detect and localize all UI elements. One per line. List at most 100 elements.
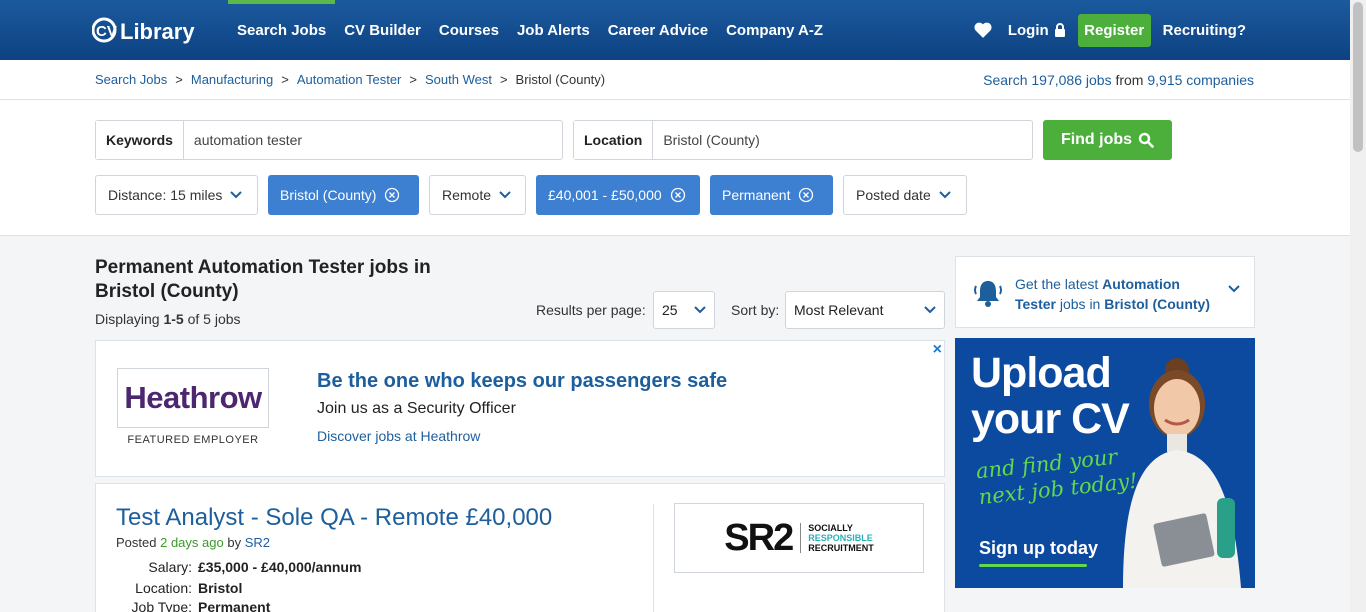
results-count: Displaying 1-5 of 5 jobs bbox=[95, 311, 241, 327]
login-link[interactable]: Login bbox=[1008, 22, 1066, 39]
find-jobs-button[interactable]: Find jobs bbox=[1043, 120, 1172, 160]
location-value: Bristol bbox=[198, 580, 243, 596]
find-jobs-label: Find jobs bbox=[1060, 131, 1133, 148]
keywords-input[interactable]: automation tester bbox=[184, 121, 312, 159]
scrollbar-thumb[interactable] bbox=[1353, 2, 1363, 152]
job-type-filter-chip[interactable]: Permanent bbox=[710, 175, 833, 215]
login-label: Login bbox=[1007, 21, 1049, 39]
breadcrumb-separator: > bbox=[281, 72, 289, 87]
breadcrumb: Search Jobs > Manufacturing > Automation… bbox=[95, 72, 605, 87]
alert-mid: jobs in bbox=[1059, 296, 1101, 312]
job-alert-text: Get the latest Automation Tester jobs in… bbox=[1015, 274, 1220, 314]
location-chip-label: Bristol (County) bbox=[280, 187, 377, 203]
job-type-value: Permanent bbox=[198, 599, 271, 612]
stats-jobs-count[interactable]: 197,086 jobs bbox=[1031, 72, 1111, 88]
featured-link[interactable]: Discover jobs at Heathrow bbox=[317, 428, 480, 444]
keywords-field[interactable]: Keywords automation tester bbox=[95, 120, 563, 160]
sort-by-select[interactable]: Most Relevant bbox=[785, 291, 945, 329]
register-button[interactable]: Register bbox=[1077, 13, 1151, 47]
posted-prefix: Posted bbox=[116, 535, 157, 550]
nav-cv-builder[interactable]: CV Builder bbox=[335, 0, 430, 60]
results-range: 1-5 bbox=[163, 311, 184, 327]
main-nav: Search Jobs CV Builder Courses Job Alert… bbox=[228, 0, 832, 60]
job-card: Test Analyst - Sole QA - Remote £40,000 … bbox=[95, 483, 945, 612]
ad-line1: Upload bbox=[971, 349, 1112, 397]
salary-label: Salary: bbox=[148, 559, 192, 575]
company-logo[interactable]: SR2 SOCIALLY RESPONSIBLE RECRUITMENT bbox=[674, 503, 924, 573]
nav-company-a-z[interactable]: Company A-Z bbox=[717, 0, 832, 60]
location-label: Location bbox=[574, 121, 654, 159]
results-per-page-select[interactable]: 25 bbox=[653, 291, 715, 329]
stats-mid: from bbox=[1115, 72, 1144, 88]
remote-filter-label: Remote bbox=[442, 187, 492, 203]
alert-prefix: Get the latest bbox=[1015, 276, 1099, 292]
remote-filter[interactable]: Remote bbox=[429, 175, 526, 215]
ad-headline: Upload your CV bbox=[971, 349, 1130, 442]
chevron-down-icon bbox=[924, 306, 936, 314]
stats-prefix[interactable]: Search bbox=[983, 72, 1027, 88]
location-field[interactable]: Location Bristol (County) bbox=[573, 120, 1033, 160]
chevron-down-icon bbox=[694, 306, 706, 314]
salary-chip-label: £40,001 - £50,000 bbox=[548, 187, 662, 203]
breadcrumb-search-jobs[interactable]: Search Jobs bbox=[95, 72, 167, 87]
results-per-page-label: Results per page: bbox=[536, 302, 646, 318]
remove-filter-icon[interactable] bbox=[670, 187, 686, 203]
recruiting-link[interactable]: Recruiting? bbox=[1163, 22, 1246, 39]
remove-filter-icon[interactable] bbox=[798, 187, 814, 203]
nav-job-alerts[interactable]: Job Alerts bbox=[508, 0, 599, 60]
breadcrumb-automation-tester[interactable]: Automation Tester bbox=[297, 72, 402, 87]
bell-icon bbox=[974, 281, 1002, 307]
nav-search-jobs[interactable]: Search Jobs bbox=[228, 0, 336, 60]
remove-filter-icon[interactable] bbox=[384, 187, 400, 203]
chevron-down-icon bbox=[230, 191, 243, 199]
salary-value: £35,000 - £40,000/annum bbox=[198, 559, 362, 575]
job-alert-box[interactable]: Get the latest Automation Tester jobs in… bbox=[955, 256, 1255, 328]
ad-signup-link[interactable]: Sign up today bbox=[979, 538, 1098, 559]
heathrow-logo[interactable]: Heathrow bbox=[117, 368, 269, 428]
svg-text:CV: CV bbox=[96, 23, 117, 40]
featured-employer-card: Heathrow FEATURED EMPLOYER Be the one wh… bbox=[95, 340, 945, 477]
breadcrumb-separator: > bbox=[499, 72, 508, 87]
nav-courses[interactable]: Courses bbox=[430, 0, 508, 60]
stats-companies-count[interactable]: 9,915 companies bbox=[1147, 72, 1254, 88]
posted-by: by bbox=[227, 535, 242, 550]
featured-employer-tag: FEATURED EMPLOYER bbox=[127, 434, 259, 446]
nav-career-advice[interactable]: Career Advice bbox=[599, 0, 717, 60]
breadcrumb-manufacturing[interactable]: Manufacturing bbox=[191, 72, 273, 87]
upload-cv-banner[interactable]: Upload your CV and find your next job to… bbox=[955, 338, 1255, 588]
job-type-label: Job Type: bbox=[131, 599, 192, 612]
company-logo-line2: RESPONSIBLE bbox=[808, 533, 873, 543]
distance-filter[interactable]: Distance: 15 miles bbox=[95, 175, 258, 215]
heart-icon[interactable] bbox=[974, 22, 992, 38]
job-posted-info: Posted 2 days ago by SR2 bbox=[116, 535, 270, 550]
keywords-label: Keywords bbox=[96, 121, 184, 159]
breadcrumb-separator: > bbox=[409, 72, 417, 87]
search-icon bbox=[1138, 132, 1154, 148]
card-divider bbox=[653, 504, 654, 612]
chevron-down-icon bbox=[939, 191, 951, 199]
featured-headline[interactable]: Be the one who keeps our passengers safe bbox=[317, 370, 727, 393]
distance-filter-label: Distance: 15 miles bbox=[108, 187, 223, 203]
breadcrumb-south-west[interactable]: South West bbox=[425, 72, 492, 87]
company-logo-mark: SR2 bbox=[724, 516, 794, 559]
job-salary-row: Salary: £35,000 - £40,000/annum bbox=[116, 559, 361, 575]
location-filter-chip[interactable]: Bristol (County) bbox=[268, 175, 419, 215]
job-location-row: Location: Bristol bbox=[116, 580, 242, 596]
company-logo-tagline: SOCIALLY RESPONSIBLE RECRUITMENT bbox=[800, 523, 874, 553]
job-type-row: Job Type: Permanent bbox=[116, 599, 271, 612]
page-scrollbar[interactable] bbox=[1350, 0, 1366, 612]
location-input[interactable]: Bristol (County) bbox=[653, 121, 769, 159]
cv-library-logo[interactable]: CV Library bbox=[92, 9, 204, 49]
job-title-link[interactable]: Test Analyst - Sole QA - Remote £40,000 bbox=[116, 504, 552, 532]
salary-filter-chip[interactable]: £40,001 - £50,000 bbox=[536, 175, 700, 215]
close-icon[interactable]: × bbox=[933, 341, 942, 359]
breadcrumb-bar: Search Jobs > Manufacturing > Automation… bbox=[0, 60, 1350, 100]
chevron-down-icon bbox=[499, 191, 511, 199]
site-stats: Search 197,086 jobs from 9,915 companies bbox=[983, 72, 1254, 88]
posted-date-filter[interactable]: Posted date bbox=[843, 175, 967, 215]
ad-underline bbox=[979, 564, 1087, 567]
company-logo-line3: RECRUITMENT bbox=[808, 543, 874, 553]
company-link[interactable]: SR2 bbox=[245, 535, 270, 550]
results-title: Permanent Automation Tester jobs in Bris… bbox=[95, 257, 431, 302]
chevron-down-icon[interactable] bbox=[1228, 285, 1240, 293]
